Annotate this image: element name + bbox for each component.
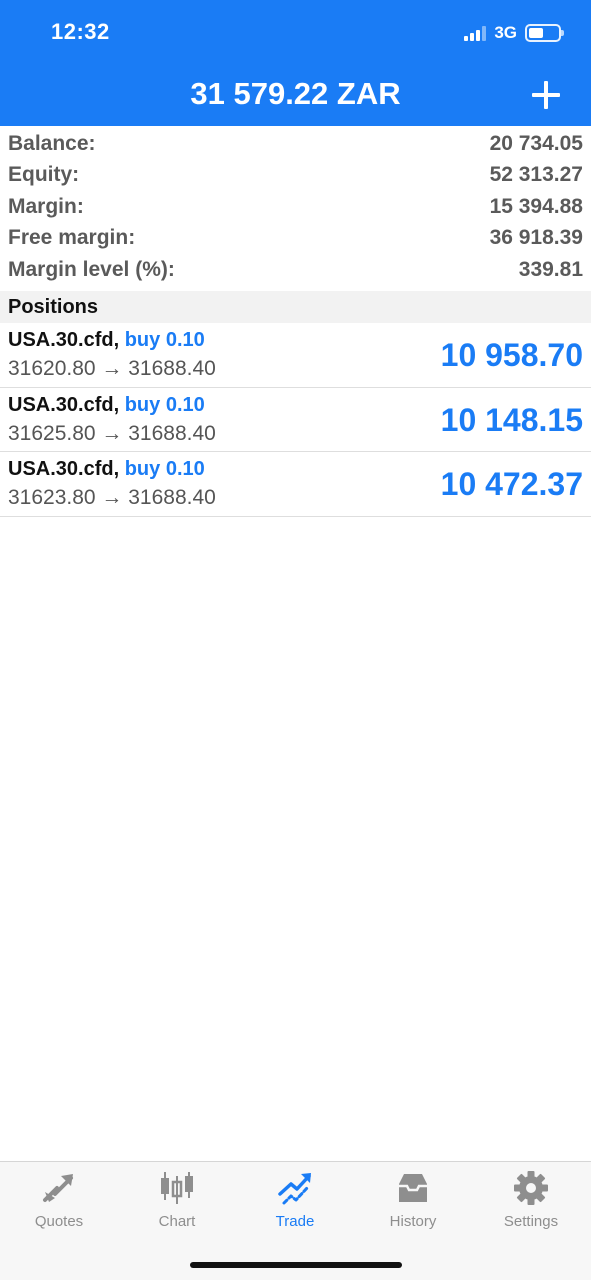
- app-header: 12:32 3G 31 579.22 ZAR: [0, 0, 591, 126]
- position-profit: 10 958.70: [440, 337, 583, 373]
- status-indicators: 3G: [464, 22, 564, 44]
- network-type: 3G: [494, 23, 517, 42]
- tab-label: Settings: [503, 1213, 559, 1230]
- summary-label: Equity:: [8, 163, 80, 187]
- tab-history[interactable]: History: [354, 1162, 472, 1242]
- summary-row-margin-level: Margin level (%): 339.81: [0, 254, 591, 286]
- position-title: USA.30.cfd, buy 0.10: [8, 329, 205, 352]
- tab-trade[interactable]: Trade: [236, 1162, 354, 1242]
- summary-row-balance: Balance: 20 734.05: [0, 128, 591, 160]
- summary-value: 15 394.88: [489, 194, 583, 218]
- position-prices: 31620.80 → 31688.40: [8, 357, 216, 380]
- status-time: 12:32: [51, 19, 110, 44]
- position-prices: 31623.80 → 31688.40: [8, 486, 216, 509]
- position-title: USA.30.cfd, buy 0.10: [8, 458, 205, 481]
- summary-label: Balance:: [8, 131, 96, 155]
- tab-label: Trade: [275, 1213, 315, 1230]
- position-prices: 31625.80 → 31688.40: [8, 421, 216, 445]
- position-side: buy 0.10: [124, 458, 205, 480]
- history-icon: [399, 1174, 427, 1202]
- tab-chart[interactable]: Chart: [118, 1162, 236, 1242]
- tab-label: Chart: [158, 1213, 196, 1230]
- summary-label: Margin:: [8, 194, 84, 218]
- position-symbol: USA.30.cfd,: [8, 329, 120, 351]
- position-row[interactable]: USA.30.cfd, buy 0.10 31620.80 → 31688.40…: [0, 323, 591, 388]
- trade-icon: [278, 1173, 311, 1205]
- chart-icon: [161, 1172, 193, 1204]
- position-side: buy 0.10: [124, 329, 205, 351]
- battery-icon: [525, 24, 564, 42]
- home-indicator[interactable]: [190, 1262, 402, 1268]
- tab-quotes[interactable]: Quotes: [0, 1162, 118, 1242]
- summary-value: 20 734.05: [489, 131, 583, 155]
- summary-label: Free margin:: [8, 226, 136, 250]
- positions-list: USA.30.cfd, buy 0.10 31620.80 → 31688.40…: [0, 323, 591, 517]
- position-profit: 10 148.15: [440, 401, 583, 438]
- tab-label: Quotes: [34, 1213, 84, 1230]
- position-row[interactable]: USA.30.cfd, buy 0.10 31623.80 → 31688.40…: [0, 452, 591, 517]
- tab-label: History: [389, 1213, 437, 1230]
- positions-header: Positions: [0, 291, 591, 323]
- summary-value: 52 313.27: [489, 163, 583, 187]
- summary-value: 339.81: [518, 257, 583, 281]
- position-side: buy 0.10: [124, 393, 205, 416]
- quotes-icon: [43, 1174, 73, 1202]
- summary-label: Margin level (%):: [8, 257, 175, 281]
- tab-settings[interactable]: Settings: [472, 1162, 590, 1242]
- position-profit: 10 472.37: [440, 466, 583, 502]
- page-title: 31 579.22 ZAR: [190, 76, 401, 111]
- position-symbol: USA.30.cfd,: [8, 393, 120, 416]
- position-row[interactable]: USA.30.cfd, buy 0.10 31625.80 → 31688.40…: [0, 388, 591, 452]
- summary-value: 36 918.39: [489, 226, 583, 250]
- position-symbol: USA.30.cfd,: [8, 458, 120, 480]
- signal-icon: [464, 25, 487, 41]
- summary-row-margin: Margin: 15 394.88: [0, 191, 591, 223]
- summary-row-free-margin: Free margin: 36 918.39: [0, 223, 591, 255]
- account-summary: Balance: 20 734.05 Equity: 52 313.27 Mar…: [0, 128, 591, 286]
- position-title: USA.30.cfd, buy 0.10: [8, 394, 205, 417]
- plus-icon[interactable]: [531, 80, 561, 110]
- settings-icon: [514, 1171, 548, 1205]
- summary-row-equity: Equity: 52 313.27: [0, 160, 591, 192]
